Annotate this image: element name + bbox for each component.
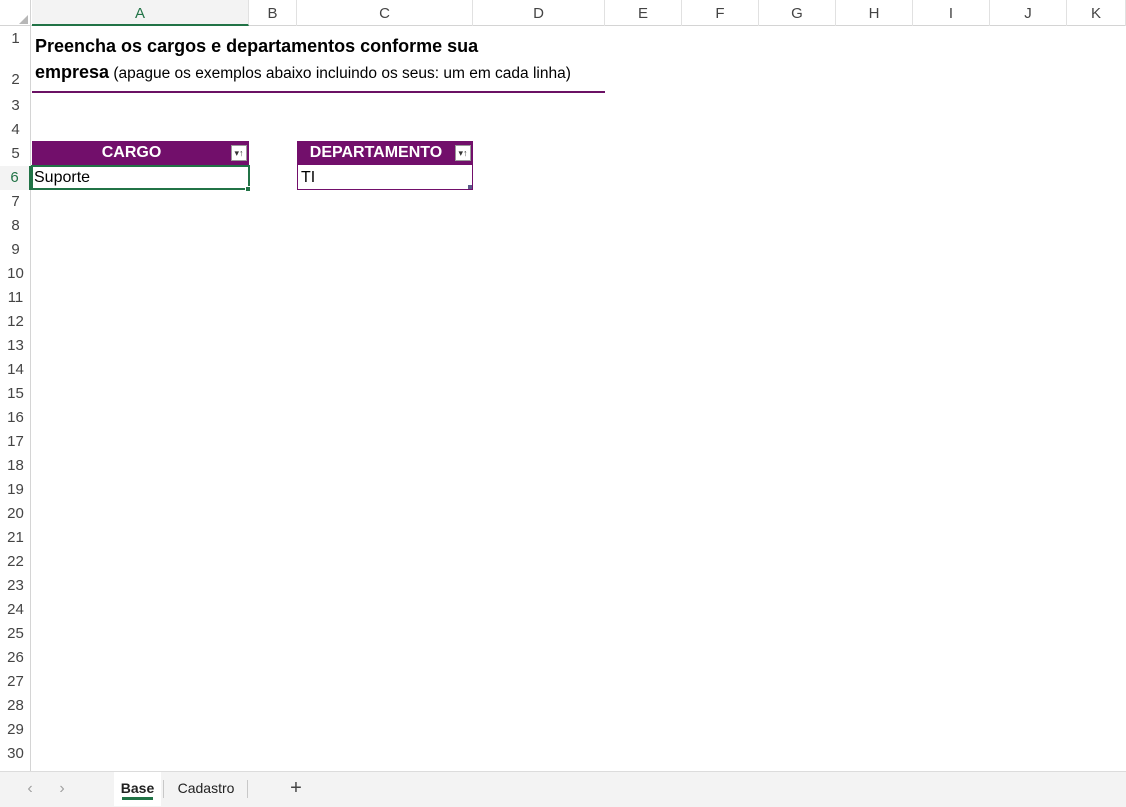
previous-sheet-icon[interactable]: ‹: [20, 779, 40, 799]
departamento-cell[interactable]: TI: [297, 165, 473, 190]
column-header-j[interactable]: J: [990, 0, 1067, 26]
sheet-tab-label: Base: [120, 780, 155, 796]
row-header-28[interactable]: 28: [0, 694, 31, 718]
column-header-c[interactable]: C: [297, 0, 473, 26]
sheet-tab-label: Cadastro: [177, 780, 235, 796]
column-header-f[interactable]: F: [682, 0, 759, 26]
row-header-4[interactable]: 4: [0, 118, 31, 142]
tab-divider: [163, 780, 164, 798]
select-all-corner[interactable]: [0, 0, 31, 26]
departamento-value: TI: [301, 169, 316, 186]
row-header-23[interactable]: 23: [0, 574, 31, 598]
row-header-14[interactable]: 14: [0, 358, 31, 382]
column-header-k[interactable]: K: [1067, 0, 1126, 26]
instruction-title-bold: empresa: [35, 62, 110, 82]
column-header-e[interactable]: E: [605, 0, 682, 26]
table-resize-handle[interactable]: [468, 185, 472, 189]
row-header-16[interactable]: 16: [0, 406, 31, 430]
row-header-27[interactable]: 27: [0, 670, 31, 694]
column-header-b[interactable]: B: [249, 0, 297, 26]
column-header-bar: A B C D E F G H I J K: [0, 0, 1126, 26]
column-header-g[interactable]: G: [759, 0, 836, 26]
row-header-3[interactable]: 3: [0, 94, 31, 118]
row-header-15[interactable]: 15: [0, 382, 31, 406]
sort-filter-icon[interactable]: ▾↑: [231, 145, 247, 161]
sheet-tab-cadastro[interactable]: Cadastro: [168, 772, 244, 806]
next-sheet-icon[interactable]: ›: [52, 779, 72, 799]
row-header-19[interactable]: 19: [0, 478, 31, 502]
row-header-8[interactable]: 8: [0, 214, 31, 238]
departamento-header-label: DEPARTAMENTO: [309, 144, 443, 161]
row-header-18[interactable]: 18: [0, 454, 31, 478]
instruction-title-line1: Preencha os cargos e departamentos confo…: [35, 36, 479, 56]
instruction-title-line2: empresa (apague os exemplos abaixo inclu…: [35, 62, 571, 83]
column-header-d[interactable]: D: [473, 0, 605, 26]
row-header-22[interactable]: 22: [0, 550, 31, 574]
column-header-a[interactable]: A: [32, 0, 249, 26]
row-header-20[interactable]: 20: [0, 502, 31, 526]
sheet-tab-bar: ‹ › Base Cadastro +: [0, 771, 1126, 807]
instruction-note: (apague os exemplos abaixo incluindo os …: [109, 65, 571, 82]
add-sheet-icon[interactable]: +: [285, 777, 307, 799]
row-header-26[interactable]: 26: [0, 646, 31, 670]
fill-handle[interactable]: [245, 186, 251, 192]
row-header-13[interactable]: 13: [0, 334, 31, 358]
row-header-25[interactable]: 25: [0, 622, 31, 646]
row-header-12[interactable]: 12: [0, 310, 31, 334]
tab-divider: [247, 780, 248, 798]
active-tab-indicator: [122, 797, 153, 800]
row-header-29[interactable]: 29: [0, 718, 31, 742]
row-header-11[interactable]: 11: [0, 286, 31, 310]
cargo-value: Suporte: [34, 169, 91, 186]
sheet-tab-base[interactable]: Base: [114, 772, 161, 806]
column-header-h[interactable]: H: [836, 0, 913, 26]
row-header-10[interactable]: 10: [0, 262, 31, 286]
row-header-bar: 1 2 3 4 5 6 7 8 9 10 11 12 13 14 15 16 1…: [0, 26, 31, 771]
sort-filter-icon[interactable]: ▾↑: [455, 145, 471, 161]
column-header-i[interactable]: I: [913, 0, 990, 26]
row-header-1[interactable]: 1: [0, 26, 31, 54]
cargo-table-header[interactable]: CARGO ▾↑: [32, 141, 249, 165]
cargo-cell[interactable]: Suporte: [31, 165, 250, 190]
row-header-5[interactable]: 5: [0, 142, 31, 166]
row-header-30[interactable]: 30: [0, 742, 31, 766]
row-header-17[interactable]: 17: [0, 430, 31, 454]
row-header-6[interactable]: 6: [0, 166, 31, 190]
cargo-header-label: CARGO: [101, 144, 162, 161]
row-header-7[interactable]: 7: [0, 190, 31, 214]
title-rule: [32, 91, 605, 93]
row-header-9[interactable]: 9: [0, 238, 31, 262]
departamento-table-header[interactable]: DEPARTAMENTO ▾↑: [297, 141, 473, 165]
row-header-21[interactable]: 21: [0, 526, 31, 550]
row-header-24[interactable]: 24: [0, 598, 31, 622]
